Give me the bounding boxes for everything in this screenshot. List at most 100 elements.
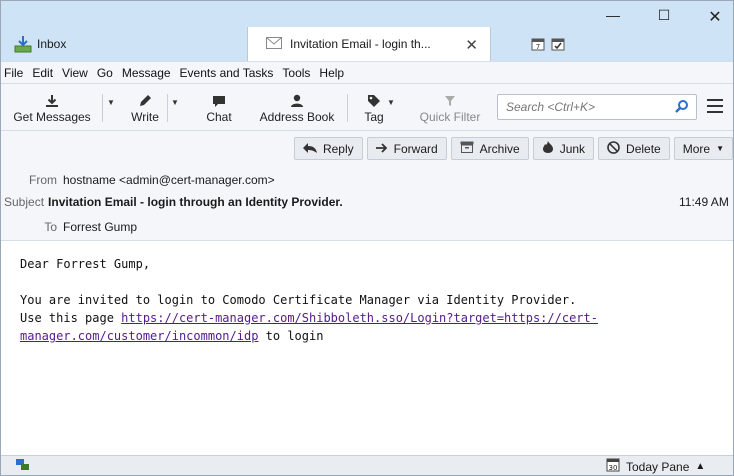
menu-events-and-tasks[interactable]: Events and Tasks xyxy=(180,66,274,80)
tag-icon xyxy=(367,92,381,110)
maximize-button[interactable]: ☐ xyxy=(644,7,684,31)
to-row: To Forrest Gump xyxy=(1,220,137,234)
quick-filter-label: Quick Filter xyxy=(419,110,481,124)
tab-inbox[interactable]: Inbox xyxy=(1,27,247,61)
today-pane-label: Today Pane xyxy=(626,459,690,474)
arrow-right-icon xyxy=(375,142,388,156)
tasks-icon[interactable] xyxy=(551,37,565,54)
forward-button[interactable]: Forward xyxy=(366,137,447,160)
body-line-3-suffix: to login xyxy=(258,329,324,343)
title-bar: Inbox Invitation Email - login th... ✕ 7 xyxy=(1,1,733,61)
address-book-label: Address Book xyxy=(259,110,335,124)
svg-text:7: 7 xyxy=(536,43,540,51)
pencil-icon xyxy=(138,92,152,110)
from-label: From xyxy=(29,173,57,187)
app-menu-icon[interactable] xyxy=(707,99,723,117)
tab-invitation-email[interactable]: Invitation Email - login th... ✕ xyxy=(247,27,491,61)
tag-dropdown-icon[interactable]: ▼ xyxy=(387,98,395,107)
menu-view[interactable]: View xyxy=(62,66,88,80)
junk-button[interactable]: Junk xyxy=(532,137,595,160)
get-messages-dropdown-icon[interactable]: ▼ xyxy=(107,98,115,107)
address-book-button[interactable]: Address Book xyxy=(255,88,339,128)
subject-row: Subject Invitation Email - login through … xyxy=(1,195,343,209)
main-toolbar: Get Messages ▼ Write ▼ Chat Address Book… xyxy=(1,84,733,131)
inbox-icon xyxy=(14,35,32,56)
chat-label: Chat xyxy=(206,110,232,124)
search-icon[interactable] xyxy=(674,99,690,118)
archive-label: Archive xyxy=(479,141,520,156)
calendar-tabs: 7 xyxy=(531,37,565,54)
reply-button[interactable]: Reply xyxy=(293,137,363,160)
envelope-icon xyxy=(266,37,282,52)
online-status-icon[interactable] xyxy=(16,459,30,474)
reply-label: Reply xyxy=(322,141,354,156)
chevron-down-icon: ▼ xyxy=(716,144,724,153)
prohibited-icon xyxy=(607,140,620,157)
delete-label: Delete xyxy=(626,141,661,156)
calendar-day-icon: 30 xyxy=(606,458,620,475)
menu-help[interactable]: Help xyxy=(319,66,344,80)
get-messages-label: Get Messages xyxy=(13,110,91,124)
thunderbird-window: Inbox Invitation Email - login th... ✕ 7 xyxy=(0,0,734,476)
toolbar-separator xyxy=(167,94,168,122)
person-icon xyxy=(290,92,304,110)
to-label: To xyxy=(44,220,57,234)
download-icon xyxy=(45,92,59,110)
tag-label: Tag xyxy=(364,110,384,124)
menu-file[interactable]: File xyxy=(4,66,23,80)
from-row: From hostname <admin@cert-manager.com> xyxy=(1,173,275,187)
message-header: Reply Forward Archive Junk Delete More ▼… xyxy=(1,131,733,241)
body-line-2-prefix: Use this page xyxy=(20,311,122,325)
to-value[interactable]: Forrest Gump xyxy=(63,220,137,234)
greeting-text: Dear Forrest Gump, xyxy=(20,257,151,271)
menu-tools[interactable]: Tools xyxy=(282,66,310,80)
login-link-part-2[interactable]: manager.com/customer/incommon/idp xyxy=(20,329,258,343)
search-input[interactable] xyxy=(506,100,666,114)
write-label: Write xyxy=(131,110,159,124)
forward-label: Forward xyxy=(393,141,438,156)
write-button[interactable]: Write xyxy=(125,88,165,128)
chat-button[interactable]: Chat xyxy=(197,88,241,128)
more-button[interactable]: More ▼ xyxy=(673,137,733,160)
svg-text:30: 30 xyxy=(609,464,618,472)
subject-label: Subject xyxy=(4,195,45,209)
filter-icon xyxy=(444,92,456,110)
more-label: More xyxy=(682,141,711,156)
calendar-icon[interactable]: 7 xyxy=(531,37,545,54)
chevron-up-icon: ▲ xyxy=(695,461,706,472)
tab-invitation-label: Invitation Email - login th... xyxy=(290,37,431,51)
body-line-2: Use this page https://cert-manager.com/S… xyxy=(20,309,733,327)
get-messages-button[interactable]: Get Messages xyxy=(5,88,99,128)
reply-icon xyxy=(302,142,317,156)
search-box[interactable] xyxy=(497,94,697,120)
tag-button[interactable]: Tag xyxy=(357,88,391,128)
header-actions: Reply Forward Archive Junk Delete More ▼ xyxy=(290,137,733,160)
message-body: Dear Forrest Gump, You are invited to lo… xyxy=(1,241,733,455)
status-bar: 30 Today Pane ▲ xyxy=(1,455,733,475)
quick-filter-button[interactable]: Quick Filter xyxy=(413,88,487,128)
archive-icon xyxy=(460,141,474,156)
subject-value: Invitation Email - login through an Iden… xyxy=(48,195,343,209)
minimize-button[interactable]: — xyxy=(593,7,633,31)
tab-close-icon[interactable]: ✕ xyxy=(465,36,478,54)
delete-button[interactable]: Delete xyxy=(598,137,670,160)
menu-bar: File Edit View Go Message Events and Tas… xyxy=(1,61,733,84)
flame-icon xyxy=(542,141,554,156)
tab-inbox-label: Inbox xyxy=(37,37,67,51)
menu-message[interactable]: Message xyxy=(122,66,171,80)
menu-edit[interactable]: Edit xyxy=(32,66,53,80)
login-link-part-1[interactable]: https://cert-manager.com/Shibboleth.sso/… xyxy=(121,311,598,325)
body-line-1: You are invited to login to Comodo Certi… xyxy=(20,293,577,307)
chat-icon xyxy=(212,92,226,110)
toolbar-separator xyxy=(347,94,348,122)
close-window-button[interactable]: ✕ xyxy=(695,7,734,31)
body-line-3: manager.com/customer/incommon/idp to log… xyxy=(20,327,733,345)
message-time: 11:49 AM xyxy=(679,195,729,209)
today-pane-toggle[interactable]: 30 Today Pane ▲ xyxy=(606,458,705,475)
junk-label: Junk xyxy=(559,141,586,156)
write-dropdown-icon[interactable]: ▼ xyxy=(171,98,179,107)
menu-go[interactable]: Go xyxy=(97,66,113,80)
toolbar-separator xyxy=(102,94,103,122)
archive-button[interactable]: Archive xyxy=(450,137,529,160)
from-value[interactable]: hostname <admin@cert-manager.com> xyxy=(63,173,275,187)
